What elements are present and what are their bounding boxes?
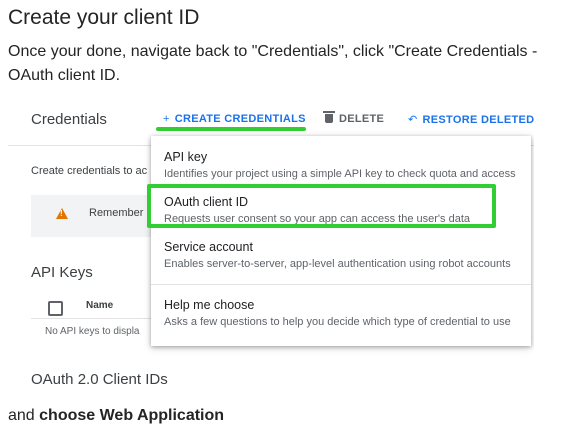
page-heading: Create your client ID bbox=[8, 6, 200, 29]
footer-bold: choose Web Application bbox=[39, 407, 225, 424]
trash-icon bbox=[323, 111, 335, 123]
menu-item-api-key[interactable]: API key Identifies your project using a … bbox=[151, 136, 531, 184]
create-credentials-button[interactable]: + CREATE CREDENTIALS bbox=[163, 113, 306, 125]
menu-item-title: Help me choose bbox=[164, 298, 255, 312]
menu-item-title: Service account bbox=[164, 240, 253, 254]
credentials-title: Credentials bbox=[31, 111, 107, 128]
highlight-underline bbox=[156, 127, 306, 131]
menu-item-desc: Identifies your project using a simple A… bbox=[164, 168, 516, 180]
create-credentials-menu: API key Identifies your project using a … bbox=[147, 136, 531, 346]
menu-item-help-me-choose[interactable]: Help me choose Asks a few questions to h… bbox=[151, 285, 531, 345]
menu-item-desc: Asks a few questions to help you decide … bbox=[164, 316, 511, 328]
warning-icon bbox=[56, 208, 68, 219]
create-credentials-label: CREATE CREDENTIALS bbox=[174, 113, 306, 125]
menu-item-desc: Enables server-to-server, app-level auth… bbox=[164, 258, 511, 270]
api-keys-heading: API Keys bbox=[31, 264, 93, 281]
restore-deleted-button[interactable]: ↶ RESTORE DELETED bbox=[408, 113, 534, 126]
footer-text: and choose Web Application bbox=[8, 405, 224, 427]
name-column-header: Name bbox=[86, 300, 114, 311]
plus-icon: + bbox=[163, 113, 170, 125]
no-api-keys-text: No API keys to displa bbox=[45, 326, 140, 337]
api-keys-table-header: Name bbox=[31, 296, 151, 319]
remember-text: Remember bbox=[89, 207, 144, 219]
footer-prefix: and bbox=[8, 407, 40, 424]
select-all-checkbox[interactable] bbox=[48, 301, 63, 316]
instruction-paragraph: Once your done, navigate back to "Creden… bbox=[8, 43, 538, 84]
menu-item-service-account[interactable]: Service account Enables server-to-server… bbox=[151, 230, 531, 284]
menu-item-title: API key bbox=[164, 150, 208, 164]
undo-icon: ↶ bbox=[408, 114, 418, 126]
delete-label: DELETE bbox=[339, 113, 385, 125]
oauth-heading: OAuth 2.0 Client IDs bbox=[31, 371, 168, 388]
create-credentials-hint: Create credentials to ac bbox=[31, 165, 148, 177]
restore-deleted-label: RESTORE DELETED bbox=[422, 114, 534, 126]
delete-button[interactable]: DELETE bbox=[323, 111, 385, 125]
highlight-box bbox=[147, 184, 496, 228]
credentials-screenshot: Credentials + CREATE CREDENTIALS DELETE ↶… bbox=[8, 100, 534, 396]
